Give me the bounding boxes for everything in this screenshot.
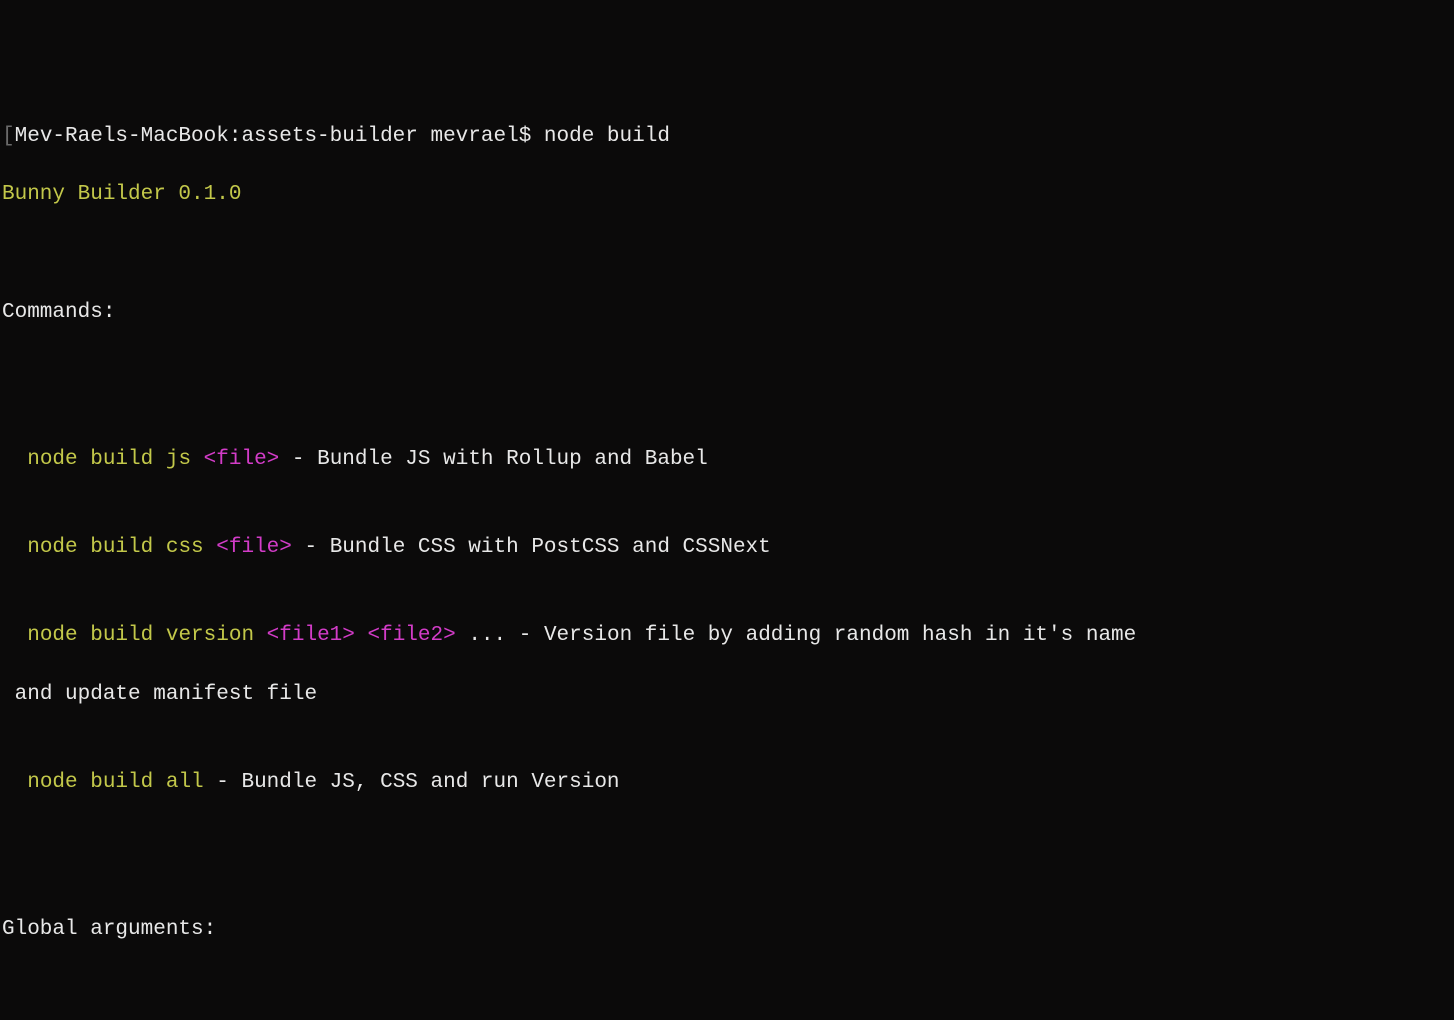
command-row: node build js <file> - Bundle JS with Ro…	[2, 445, 1452, 474]
command-indent	[2, 771, 27, 794]
command-row-continuation: and update manifest file	[2, 680, 1452, 709]
commands-heading-line: Commands:	[2, 298, 1452, 327]
prompt-line: [Mev-Raels-MacBook:assets-builder mevrae…	[2, 122, 1452, 151]
blank-line-4	[2, 974, 1452, 1003]
commands-heading: Commands:	[2, 301, 115, 324]
command-separator: -	[204, 771, 242, 794]
command-name: node build all	[27, 771, 203, 794]
command-arg-space	[355, 624, 368, 647]
command-separator: -	[506, 624, 544, 647]
command-indent	[2, 536, 27, 559]
blank-line-3	[2, 856, 1452, 885]
command-separator: -	[279, 448, 317, 471]
command-arg: <file>	[216, 536, 292, 559]
command-name: node build version	[27, 624, 266, 647]
globals-heading-line: Global arguments:	[2, 915, 1452, 944]
prompt-host: Mev-Raels-MacBook:assets-builder mevrael…	[15, 125, 544, 148]
command-arg: <file1>	[267, 624, 355, 647]
command-cont-indent	[2, 683, 15, 706]
command-description: Bundle JS, CSS and run Version	[241, 771, 619, 794]
blank-line-2	[2, 357, 1452, 386]
prompt-command[interactable]: node build	[544, 125, 670, 148]
banner-line: Bunny Builder 0.1.0	[2, 180, 1452, 209]
globals-heading: Global arguments:	[2, 918, 216, 941]
command-indent	[2, 624, 27, 647]
command-name: node build js	[27, 448, 203, 471]
command-row: node build version <file1> <file2> ... -…	[2, 621, 1452, 650]
command-name: node build css	[27, 536, 216, 559]
command-description: Bundle JS with Rollup and Babel	[317, 448, 708, 471]
command-arg: <file2>	[368, 624, 456, 647]
blank-line-1	[2, 239, 1452, 268]
command-ellipsis: ...	[456, 624, 506, 647]
command-row: node build css <file> - Bundle CSS with …	[2, 533, 1452, 562]
command-arg: <file>	[204, 448, 280, 471]
command-row: node build all - Bundle JS, CSS and run …	[2, 768, 1452, 797]
prompt-open-bracket: [	[2, 125, 15, 148]
command-description-continuation: and update manifest file	[15, 683, 317, 706]
command-description: Version file by adding random hash in it…	[544, 624, 1136, 647]
command-indent	[2, 448, 27, 471]
tool-banner: Bunny Builder 0.1.0	[2, 183, 241, 206]
command-separator: -	[292, 536, 330, 559]
command-description: Bundle CSS with PostCSS and CSSNext	[330, 536, 771, 559]
